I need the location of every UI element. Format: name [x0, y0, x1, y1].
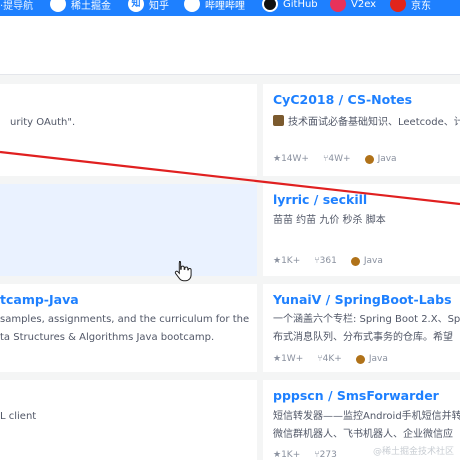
repo-card-cs-notes[interactable]: CyC2018 / CS-Notes 技术面试必备基础知识、Leetcode、计… — [263, 84, 460, 176]
hand-cursor-icon — [174, 261, 192, 282]
watermark: @稀土掘金技术社区 — [372, 447, 454, 457]
repo-title[interactable]: YunaiV / SpringBoot-Labs — [273, 292, 452, 307]
repo-description: urity OAuth". — [10, 117, 76, 128]
repo-stats: ★ 14W+ ⑂ 4W+ Java — [273, 154, 397, 164]
zhihu-icon: 知 — [128, 0, 144, 12]
repo-description-line2: 布式消息队列、分布式事务的仓库。希望 — [273, 332, 453, 343]
repo-description: 技术面试必备基础知识、Leetcode、计 — [273, 114, 460, 131]
star-count: ★ 14W+ — [273, 154, 309, 164]
star-count: ★ 1K+ — [273, 450, 301, 460]
book-icon — [273, 115, 284, 126]
repo-description-line1: 一个涵盖六个专栏: Spring Boot 2.X、Sp — [273, 314, 460, 325]
language-dot-icon — [364, 154, 374, 164]
bookmark-truncated[interactable]: ·提导航 — [0, 0, 33, 14]
repo-title[interactable]: tcamp-Java — [0, 292, 79, 307]
language-dot-icon — [355, 354, 365, 364]
repo-stats: ★ 1K+ ⑂ 361 Java — [273, 256, 383, 266]
bookmark-juejin[interactable]: 稀土掘金 — [50, 0, 111, 14]
repo-card-left-1[interactable]: urity OAuth". — [0, 84, 257, 176]
repo-card-seckill[interactable]: lyrric / seckill 苗苗 约苗 九价 秒杀 脚本 ★ 1K+ ⑂ … — [263, 184, 460, 276]
fork-count: ⑂ 4K+ — [317, 354, 342, 364]
repo-stats: ★ 1W+ ⑂ 4K+ Java — [273, 354, 388, 364]
bookmark-zhihu[interactable]: 知 知乎 — [128, 0, 169, 14]
juejin-icon — [50, 0, 66, 12]
bookmark-github[interactable]: GitHub — [262, 0, 318, 14]
language-dot-icon — [350, 256, 360, 266]
language: Java — [364, 154, 397, 164]
repo-description-line2: ta Structures & Algorithms Java bootcamp… — [0, 332, 215, 343]
repo-title[interactable]: CyC2018 / CS-Notes — [273, 92, 412, 107]
language: Java — [350, 256, 383, 266]
repo-title[interactable]: pppscn / SmsForwarder — [273, 388, 439, 403]
repo-description: L client — [0, 411, 37, 422]
repo-card-left-3[interactable]: tcamp-Java samples, assignments, and the… — [0, 284, 257, 372]
repo-title[interactable]: lyrric / seckill — [273, 192, 367, 207]
bookmark-bilibili[interactable]: 哔哩哔哩 — [184, 0, 245, 14]
bookmark-jd[interactable]: 京东 — [390, 0, 431, 14]
repo-description-line1: 短信转发器——监控Android手机短信并转 — [273, 411, 460, 422]
fork-count: ⑂ 4W+ — [322, 154, 351, 164]
repo-card-left-4[interactable]: L client — [0, 380, 257, 460]
bookmarks-bar: ·提导航 稀土掘金 知 知乎 哔哩哔哩 GitHub V2ex 京东 — [0, 0, 460, 16]
repo-stats: ★ 1K+ ⑂ 273 — [273, 450, 337, 460]
filter-strip — [0, 16, 460, 75]
star-count: ★ 1K+ — [273, 256, 301, 266]
repo-card-left-2-hovered[interactable] — [0, 184, 257, 276]
language: Java — [355, 354, 388, 364]
repo-card-springboot-labs[interactable]: YunaiV / SpringBoot-Labs 一个涵盖六个专栏: Sprin… — [263, 284, 460, 372]
fork-count: ⑂ 361 — [314, 256, 337, 266]
repo-description: 苗苗 约苗 九价 秒杀 脚本 — [273, 215, 386, 226]
star-count: ★ 1W+ — [273, 354, 304, 364]
repo-description-line1: samples, assignments, and the curriculum… — [0, 314, 250, 325]
github-icon — [262, 0, 278, 12]
repo-description-line2: 微信群机器人、飞书机器人、企业微信应 — [273, 429, 453, 440]
v2ex-icon — [330, 0, 346, 12]
jd-icon — [390, 0, 406, 12]
fork-count: ⑂ 273 — [314, 450, 337, 460]
bilibili-icon — [184, 0, 200, 12]
bookmark-v2ex[interactable]: V2ex — [330, 0, 376, 14]
